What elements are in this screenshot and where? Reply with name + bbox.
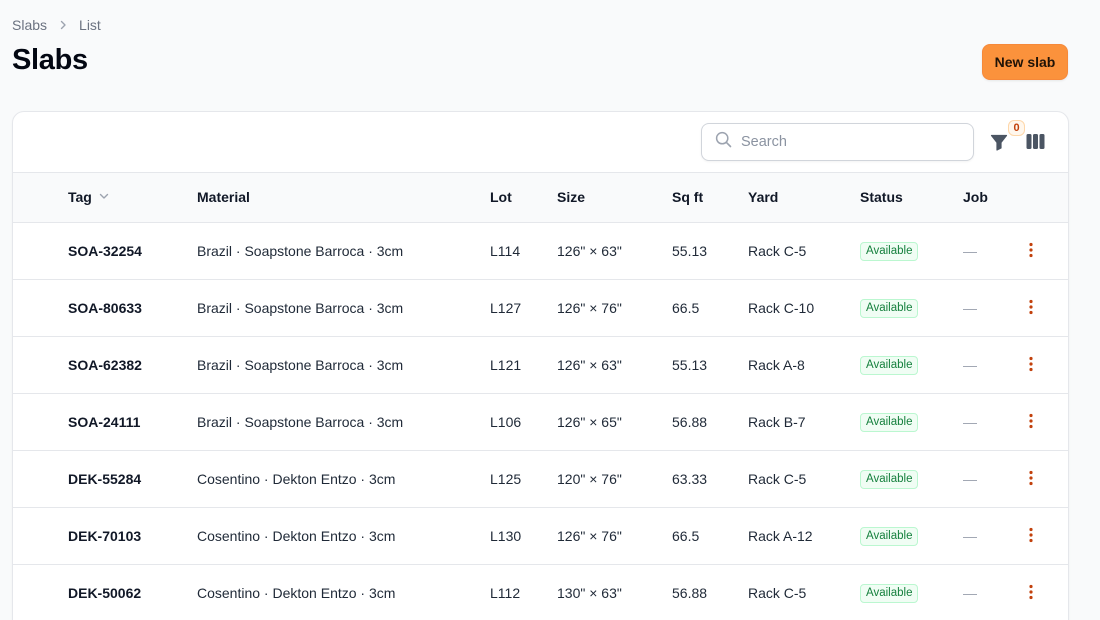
yard-cell: Rack C-5 xyxy=(748,470,807,487)
table-header-row: Tag Material Lot Size Sq ft Yard Status … xyxy=(13,173,1068,223)
column-header-size[interactable]: Size xyxy=(557,173,672,223)
chevron-right-icon xyxy=(57,19,69,31)
job-cell: — xyxy=(963,584,977,601)
status-badge: Available xyxy=(860,412,919,432)
sqft-cell: 66.5 xyxy=(672,299,700,316)
column-header-sqft[interactable]: Sq ft xyxy=(672,173,748,223)
more-vertical-icon[interactable] xyxy=(1024,412,1038,430)
tag-cell: SOA-32254 xyxy=(68,242,142,259)
sqft-cell: 55.13 xyxy=(672,356,708,373)
material-cell: Brazil · Soapstone Barroca · 3cm xyxy=(197,242,404,259)
sqft-cell: 55.13 xyxy=(672,242,708,259)
lot-cell: L130 xyxy=(490,527,522,544)
sqft-cell: 56.88 xyxy=(672,413,708,430)
search-box[interactable] xyxy=(701,123,974,161)
material-cell: Cosentino · Dekton Entzo · 3cm xyxy=(197,470,396,487)
table-row[interactable]: DEK-70103 Cosentino · Dekton Entzo · 3cm L… xyxy=(13,507,1068,564)
lot-cell: L106 xyxy=(490,413,522,430)
size-cell: 126" × 63" xyxy=(557,356,622,373)
size-cell: 130" × 63" xyxy=(557,584,622,601)
size-cell: 126" × 76" xyxy=(557,527,622,544)
new-slab-button[interactable]: New slab xyxy=(982,44,1068,80)
job-cell: — xyxy=(963,242,977,259)
table-row[interactable]: SOA-32254 Brazil · Soapstone Barroca · 3c… xyxy=(13,222,1068,279)
column-header-yard[interactable]: Yard xyxy=(748,173,860,223)
page-title: Slabs xyxy=(12,44,88,76)
breadcrumb-current: List xyxy=(79,17,101,33)
status-badge: Available xyxy=(860,298,919,318)
status-badge: Available xyxy=(860,469,919,489)
size-cell: 126" × 63" xyxy=(557,242,622,259)
column-header-lot[interactable]: Lot xyxy=(490,173,557,223)
more-vertical-icon[interactable] xyxy=(1024,298,1038,316)
table-row[interactable]: SOA-80633 Brazil · Soapstone Barroca · 3c… xyxy=(13,279,1068,336)
status-badge: Available xyxy=(860,583,919,603)
search-input[interactable] xyxy=(741,134,951,150)
lot-cell: L112 xyxy=(490,584,521,601)
table-row[interactable]: DEK-50062 Cosentino · Dekton Entzo · 3cm L… xyxy=(13,564,1068,620)
breadcrumb: Slabs List xyxy=(12,17,101,33)
job-cell: — xyxy=(963,470,977,487)
columns-icon[interactable] xyxy=(1026,133,1045,150)
size-cell: 126" × 76" xyxy=(557,299,622,316)
size-cell: 126" × 65" xyxy=(557,413,622,430)
column-header-tag-label: Tag xyxy=(68,189,92,206)
size-cell: 120" × 76" xyxy=(557,470,622,487)
material-cell: Brazil · Soapstone Barroca · 3cm xyxy=(197,299,404,316)
more-vertical-icon[interactable] xyxy=(1024,355,1038,373)
tag-cell: SOA-80633 xyxy=(68,299,142,316)
column-header-job[interactable]: Job xyxy=(963,173,1024,223)
more-vertical-icon[interactable] xyxy=(1024,526,1038,544)
tag-cell: SOA-62382 xyxy=(68,356,142,373)
table-row[interactable]: SOA-62382 Brazil · Soapstone Barroca · 3c… xyxy=(13,336,1068,393)
lot-cell: L127 xyxy=(490,299,522,316)
sqft-cell: 66.5 xyxy=(672,527,700,544)
status-badge: Available xyxy=(860,241,919,261)
yard-cell: Rack C-5 xyxy=(748,584,807,601)
job-cell: — xyxy=(963,527,977,544)
sqft-cell: 63.33 xyxy=(672,470,708,487)
more-vertical-icon[interactable] xyxy=(1024,583,1038,601)
yard-cell: Rack B-7 xyxy=(748,413,806,430)
funnel-icon[interactable] xyxy=(989,132,1009,152)
slabs-table: Tag Material Lot Size Sq ft Yard Status … xyxy=(13,173,1068,620)
lot-cell: L121 xyxy=(490,356,522,373)
tag-cell: DEK-70103 xyxy=(68,527,142,544)
lot-cell: L125 xyxy=(490,470,522,487)
tag-cell: DEK-55284 xyxy=(68,470,142,487)
status-badge: Available xyxy=(860,355,919,375)
column-header-material[interactable]: Material xyxy=(197,173,490,223)
search-icon xyxy=(715,131,732,153)
filter-count-badge: 0 xyxy=(1008,120,1025,136)
material-cell: Brazil · Soapstone Barroca · 3cm xyxy=(197,413,404,430)
table-row[interactable]: DEK-55284 Cosentino · Dekton Entzo · 3cm L… xyxy=(13,450,1068,507)
sqft-cell: 56.88 xyxy=(672,584,708,601)
more-vertical-icon[interactable] xyxy=(1024,469,1038,487)
yard-cell: Rack A-12 xyxy=(748,527,813,544)
yard-cell: Rack C-5 xyxy=(748,242,807,259)
job-cell: — xyxy=(963,413,977,430)
chevron-down-icon xyxy=(98,189,110,205)
job-cell: — xyxy=(963,299,977,316)
material-cell: Cosentino · Dekton Entzo · 3cm xyxy=(197,584,396,601)
slabs-table-card: 0 Tag Material Lot xyxy=(12,111,1069,620)
tag-cell: SOA-24111 xyxy=(68,413,141,430)
table-row[interactable]: SOA-24111 Brazil · Soapstone Barroca · 3c… xyxy=(13,393,1068,450)
job-cell: — xyxy=(963,356,977,373)
table-toolbar: 0 xyxy=(13,112,1068,173)
column-header-status[interactable]: Status xyxy=(860,173,963,223)
breadcrumb-link-slabs[interactable]: Slabs xyxy=(12,17,47,33)
more-vertical-icon[interactable] xyxy=(1024,241,1038,259)
yard-cell: Rack A-8 xyxy=(748,356,805,373)
status-badge: Available xyxy=(860,526,919,546)
tag-cell: DEK-50062 xyxy=(68,584,142,601)
material-cell: Brazil · Soapstone Barroca · 3cm xyxy=(197,356,404,373)
yard-cell: Rack C-10 xyxy=(748,299,815,316)
lot-cell: L114 xyxy=(490,242,521,259)
material-cell: Cosentino · Dekton Entzo · 3cm xyxy=(197,527,396,544)
column-header-tag[interactable]: Tag xyxy=(68,173,197,223)
